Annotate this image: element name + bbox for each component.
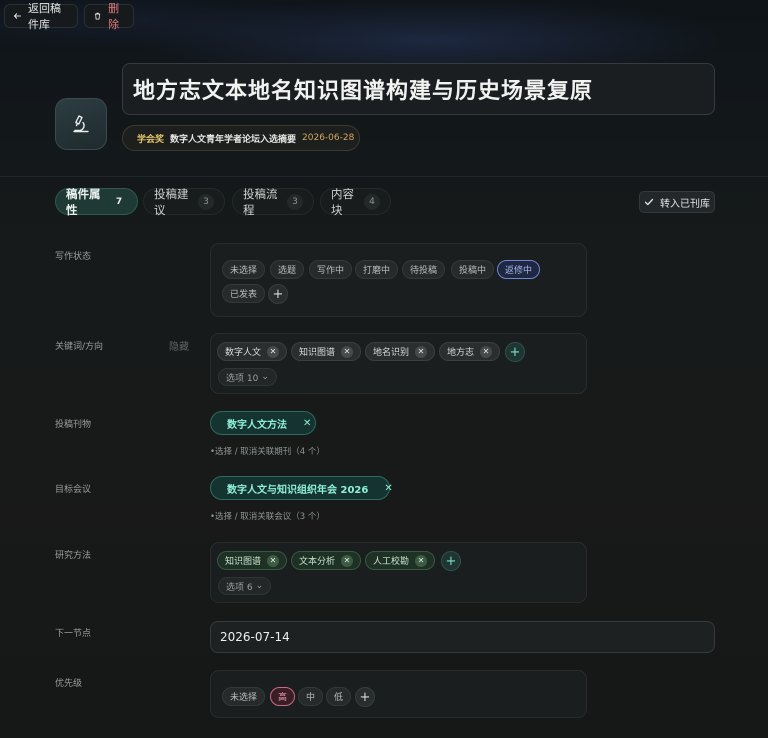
writing-status-panel: 未选择 选题 写作中 打磨中 待投稿 投稿中 返修中 已发表 + bbox=[210, 243, 587, 317]
tab-count: 3 bbox=[287, 193, 303, 210]
tab-count: 4 bbox=[364, 193, 380, 210]
priority-option[interactable]: 低 bbox=[326, 687, 352, 706]
add-method-button[interactable]: + bbox=[441, 551, 461, 571]
move-to-published-button[interactable]: 转入已刊库 bbox=[639, 191, 715, 213]
microscope-icon bbox=[55, 98, 107, 150]
next-node-label: 下一节点 bbox=[55, 629, 92, 639]
writing-status-label: 写作状态 bbox=[55, 252, 92, 262]
tab-label: 投稿流程 bbox=[243, 186, 278, 217]
keyword-tag-text: 地名识别 bbox=[373, 348, 410, 358]
status-option[interactable]: 未选择 bbox=[222, 260, 266, 279]
keywords-panel: 数字人文 ✕ 知识图谱 ✕ 地名识别 ✕ 地方志 ✕ + 选项 10 ⌄ bbox=[210, 333, 587, 394]
conference-chip[interactable]: 数字人文与知识组织年会 2026 ✕ bbox=[210, 476, 393, 500]
method-tag-text: 人工校勘 bbox=[373, 557, 410, 567]
check-icon bbox=[644, 198, 654, 206]
priority-option-selected[interactable]: 高 bbox=[270, 687, 296, 706]
manuscript-title[interactable]: 地方志文本地名知识图谱构建与历史场景复原 bbox=[122, 63, 715, 115]
method-tag-text: 知识图谱 bbox=[225, 557, 262, 567]
tab-label: 内容块 bbox=[331, 186, 354, 217]
keyword-tag[interactable]: 数字人文 ✕ bbox=[217, 342, 288, 361]
remove-conference-icon[interactable]: ✕ bbox=[384, 483, 392, 494]
priority-label: 优先级 bbox=[55, 679, 83, 689]
methods-label: 研究方法 bbox=[55, 551, 92, 561]
method-tag-text: 文本分析 bbox=[299, 557, 336, 567]
keyword-tag-text: 数字人文 bbox=[225, 348, 262, 358]
status-option[interactable]: 打磨中 bbox=[355, 260, 399, 279]
options-label: 选项 6 bbox=[226, 582, 253, 593]
journal-chip[interactable]: 数字人文方法 ✕ bbox=[210, 411, 316, 435]
remove-tag-icon[interactable]: ✕ bbox=[341, 554, 354, 567]
journal-hint[interactable]: •选择 / 取消关联期刊（4 个） bbox=[210, 445, 325, 457]
tab-content-blocks[interactable]: 内容块 4 bbox=[320, 186, 391, 217]
next-node-date-input[interactable]: 2026-07-14 bbox=[210, 621, 715, 653]
remove-tag-icon[interactable]: ✕ bbox=[415, 345, 428, 358]
tab-count: 3 bbox=[198, 193, 214, 210]
award-label: 学会奖 bbox=[137, 134, 165, 145]
status-option[interactable]: 待投稿 bbox=[402, 260, 446, 279]
chevron-down-icon: ⌄ bbox=[255, 581, 264, 591]
award-meta-pill: 学会奖 数字人文青年学者论坛入选摘要 2026-06-28 bbox=[122, 125, 360, 151]
keywords-options-dropdown[interactable]: 选项 10 ⌄ bbox=[218, 368, 277, 386]
arrow-left-icon bbox=[14, 13, 21, 19]
conference-hint[interactable]: •选择 / 取消关联会议（3 个） bbox=[210, 510, 325, 522]
status-option[interactable]: 选题 bbox=[270, 260, 305, 279]
priority-option[interactable]: 未选择 bbox=[222, 687, 266, 706]
chevron-down-icon: ⌄ bbox=[261, 372, 269, 382]
options-label: 选项 10 bbox=[226, 373, 259, 384]
priority-option[interactable]: 中 bbox=[298, 687, 324, 706]
keyword-tag-text: 知识图谱 bbox=[299, 348, 336, 358]
move-button-label: 转入已刊库 bbox=[660, 198, 710, 210]
back-button[interactable]: 返回稿件库 bbox=[4, 2, 78, 31]
trash-icon bbox=[94, 12, 101, 20]
add-keyword-button[interactable]: + bbox=[505, 342, 525, 362]
methods-panel: 知识图谱 ✕ 文本分析 ✕ 人工校勘 ✕ + 选项 6 ⌄ bbox=[210, 542, 587, 603]
header-divider bbox=[0, 176, 768, 177]
keywords-label: 关键词/方向 bbox=[55, 342, 104, 352]
remove-journal-icon[interactable]: ✕ bbox=[303, 418, 311, 429]
remove-tag-icon[interactable]: ✕ bbox=[341, 345, 354, 358]
tab-suggestions[interactable]: 投稿建议 3 bbox=[143, 186, 225, 217]
status-option[interactable]: 写作中 bbox=[309, 260, 353, 279]
method-tag[interactable]: 知识图谱 ✕ bbox=[217, 551, 288, 570]
conference-label: 目标会议 bbox=[55, 485, 92, 495]
meta-date: 2026-06-28 bbox=[302, 133, 355, 143]
keyword-tag[interactable]: 地名识别 ✕ bbox=[365, 342, 436, 361]
journal-name: 数字人文方法 bbox=[227, 419, 287, 431]
tab-label: 稿件属性 bbox=[66, 186, 101, 217]
remove-tag-icon[interactable]: ✕ bbox=[267, 554, 280, 567]
status-option[interactable]: 投稿中 bbox=[451, 260, 495, 279]
conference-name: 数字人文与知识组织年会 2026 bbox=[227, 484, 369, 496]
status-option-selected[interactable]: 返修中 bbox=[497, 260, 541, 279]
status-option[interactable]: 已发表 bbox=[222, 284, 266, 303]
tab-label: 投稿建议 bbox=[154, 186, 189, 217]
keyword-tag[interactable]: 地方志 ✕ bbox=[439, 342, 501, 361]
tab-count: 7 bbox=[115, 196, 123, 207]
keyword-tag-text: 地方志 bbox=[447, 348, 475, 358]
tab-workflow[interactable]: 投稿流程 3 bbox=[232, 186, 314, 217]
delete-button-label: 删除 bbox=[108, 2, 120, 31]
remove-tag-icon[interactable]: ✕ bbox=[267, 345, 280, 358]
hide-keywords-link[interactable]: 隐藏 bbox=[169, 338, 189, 353]
methods-options-dropdown[interactable]: 选项 6 ⌄ bbox=[218, 577, 272, 595]
venue-label: 数字人文青年学者论坛入选摘要 bbox=[170, 134, 297, 145]
remove-tag-icon[interactable]: ✕ bbox=[415, 554, 428, 567]
remove-tag-icon[interactable]: ✕ bbox=[480, 345, 493, 358]
add-priority-button[interactable]: + bbox=[355, 687, 375, 707]
method-tag[interactable]: 文本分析 ✕ bbox=[291, 551, 362, 570]
add-status-button[interactable]: + bbox=[268, 284, 288, 304]
tab-properties[interactable]: 稿件属性 7 bbox=[55, 186, 138, 217]
delete-button[interactable]: 删除 bbox=[84, 2, 134, 31]
method-tag[interactable]: 人工校勘 ✕ bbox=[365, 551, 436, 570]
keyword-tag[interactable]: 知识图谱 ✕ bbox=[291, 342, 362, 361]
journal-label: 投稿刊物 bbox=[55, 420, 92, 430]
priority-panel: 未选择 高 中 低 + bbox=[210, 670, 587, 718]
back-button-label: 返回稿件库 bbox=[27, 2, 61, 31]
